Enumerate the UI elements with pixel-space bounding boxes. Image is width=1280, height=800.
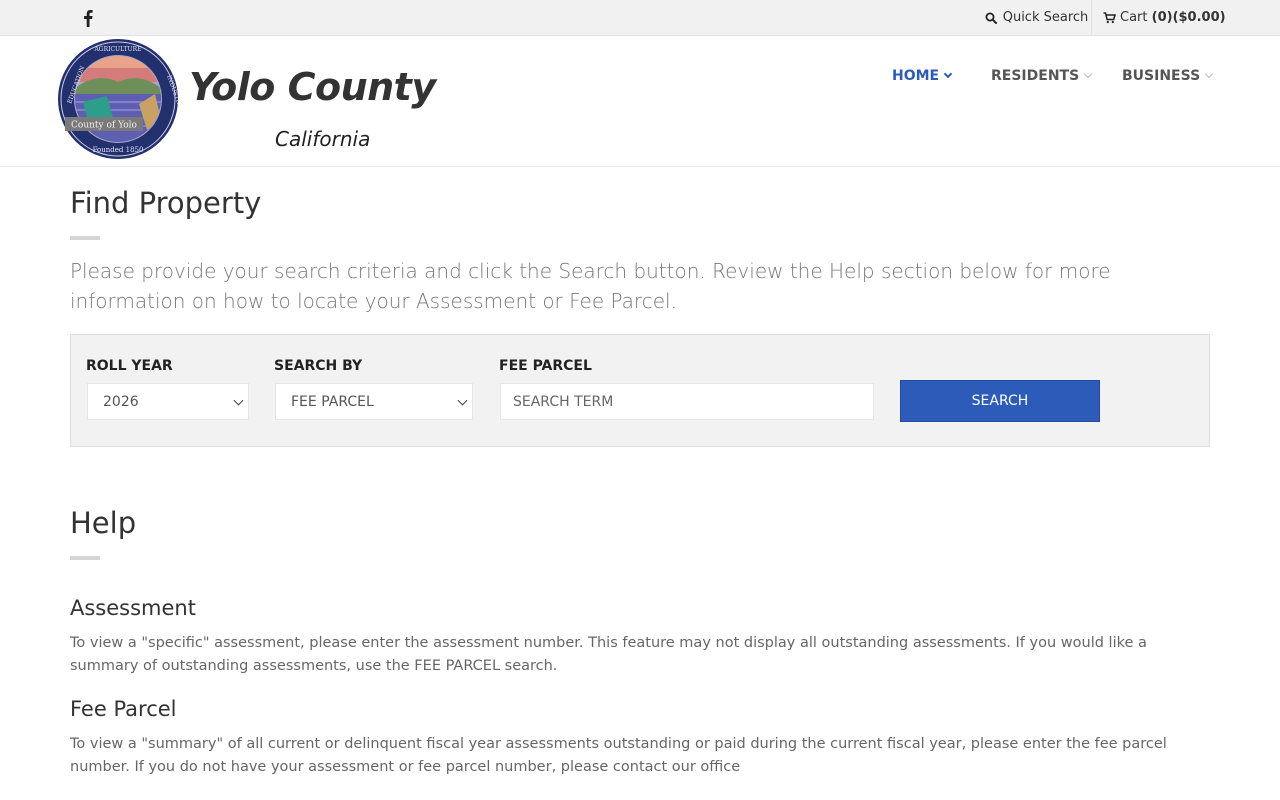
site-header: County of Yolo Founded 1850 AGRICULTURE … [0,36,1280,167]
seal-name: County of Yolo [71,121,137,131]
facebook-icon[interactable] [80,9,96,27]
help-fee-parcel-heading: Fee Parcel [70,697,177,721]
search-form-panel: ROLL YEAR 2026 SEARCH BY FEE PARCEL FEE … [70,334,1210,447]
chevron-down-icon [1204,69,1214,79]
nav-business-label: BUSINESS [1122,68,1201,84]
search-term-label: FEE PARCEL [499,358,592,374]
chevron-down-icon [233,395,244,406]
page-title: Find Property [70,186,262,220]
seal-word-agriculture: AGRICULTURE [93,46,141,53]
county-seal-logo[interactable]: County of Yolo Founded 1850 AGRICULTURE … [57,38,179,160]
search-by-value: FEE PARCEL [291,393,374,410]
site-subtitle: California [275,127,371,151]
roll-year-select[interactable]: 2026 [87,383,249,420]
top-utility-bar: Quick Search Cart (0)($0.00) [0,0,1280,36]
chevron-down-icon [457,395,468,406]
search-by-select[interactable]: FEE PARCEL [275,383,473,420]
roll-year-label: ROLL YEAR [86,358,173,374]
help-assessment-heading: Assessment [70,596,196,620]
nav-home[interactable]: HOME [892,66,953,86]
site-title[interactable]: Yolo County [189,65,436,109]
search-icon [985,12,997,24]
help-fee-parcel-text: To view a "summary" of all current or de… [70,736,1167,775]
cart-label: Cart [1120,10,1148,25]
quick-search-link[interactable]: Quick Search [982,0,1092,35]
chevron-down-icon [943,69,953,79]
title-divider [70,236,100,240]
seal-founded: Founded 1850 [93,146,144,154]
chevron-down-icon [1083,69,1093,79]
quick-search-label: Quick Search [1002,10,1089,25]
search-by-label: SEARCH BY [274,358,363,374]
nav-business[interactable]: BUSINESS [1122,66,1214,86]
cart-link[interactable]: Cart (0)($0.00) [1092,0,1226,35]
cart-icon [1103,11,1116,23]
nav-residents[interactable]: RESIDENTS [991,66,1093,86]
search-button[interactable]: SEARCH [900,380,1100,422]
search-term-input[interactable] [500,383,874,420]
help-assessment-text: To view a "specific" assessment, please … [70,635,1147,674]
nav-residents-label: RESIDENTS [991,68,1080,84]
intro-text: Please provide your search criteria and … [70,259,1111,313]
help-divider [70,556,100,560]
help-title: Help [70,506,137,540]
nav-home-label: HOME [892,68,940,84]
cart-total: (0)($0.00) [1151,10,1226,25]
roll-year-value: 2026 [103,393,139,410]
